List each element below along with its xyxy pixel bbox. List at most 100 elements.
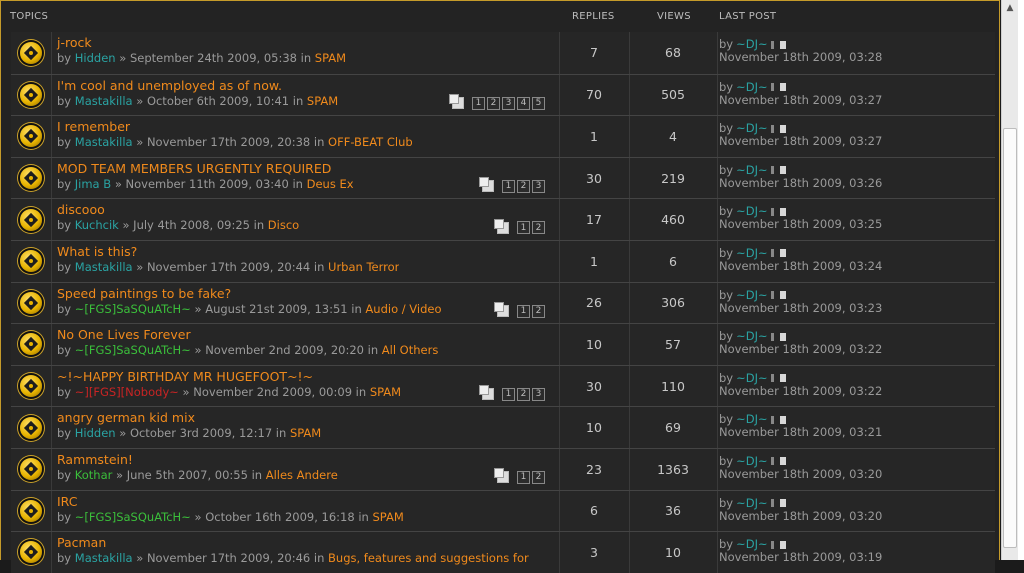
author-link[interactable]: Mastakilla <box>75 135 133 149</box>
page-link[interactable]: 2 <box>532 221 545 235</box>
user-status-icon <box>770 291 774 300</box>
by-label: by <box>57 51 72 65</box>
author-link[interactable]: Hidden <box>75 426 116 440</box>
last-post-user-link[interactable]: ~DJ~ <box>736 454 768 468</box>
forum-link[interactable]: Alles Andere <box>266 468 338 482</box>
page-link[interactable]: 3 <box>502 96 515 110</box>
last-post-user-link[interactable]: ~DJ~ <box>736 163 768 177</box>
topic-title-link[interactable]: ~!~HAPPY BIRTHDAY MR HUGEFOOT~!~ <box>57 369 313 384</box>
go-to-last-post-icon[interactable] <box>779 166 786 175</box>
go-to-last-post-icon[interactable] <box>779 415 786 424</box>
last-post-user-link[interactable]: ~DJ~ <box>736 288 768 302</box>
author-link[interactable]: Jima B <box>75 177 111 191</box>
topic-row: angry german kid mix by Hidden » October… <box>11 406 995 448</box>
topic-meta: by ~[FGS]SaSQuATcH~ » August 21st 2009, … <box>57 302 442 316</box>
page-link[interactable]: 1 <box>517 470 530 484</box>
author-link[interactable]: ~[FGS]SaSQuATcH~ <box>75 510 191 524</box>
author-link[interactable]: Mastakilla <box>75 94 133 108</box>
go-to-last-post-icon[interactable] <box>779 540 786 549</box>
forum-link[interactable]: Bugs, features and suggestions for <box>328 551 529 565</box>
last-post: by ~DJ~ November 18th 2009, 03:25 <box>719 205 882 231</box>
author-link[interactable]: Kuchcik <box>75 218 119 232</box>
scroll-up-arrow-icon[interactable]: ▲ <box>1003 1 1017 15</box>
page-link[interactable]: 1 <box>502 179 515 193</box>
topic-title-link[interactable]: I'm cool and unemployed as of now. <box>57 78 282 93</box>
author-link[interactable]: ~[FGS]SaSQuATcH~ <box>75 343 191 357</box>
go-to-last-post-icon[interactable] <box>779 83 786 92</box>
vertical-scrollbar[interactable]: ▲ <box>1001 0 1018 560</box>
page-link[interactable]: 2 <box>532 304 545 318</box>
topic-title-link[interactable]: Speed paintings to be fake? <box>57 286 231 301</box>
page-link[interactable]: 1 <box>472 96 485 110</box>
author-link[interactable]: Hidden <box>75 51 116 65</box>
last-post-date: November 18th 2009, 03:20 <box>719 508 883 523</box>
topic-title-link[interactable]: No One Lives Forever <box>57 327 191 342</box>
page-link[interactable]: 3 <box>532 179 545 193</box>
author-link[interactable]: Kothar <box>75 468 113 482</box>
topic-title-link[interactable]: discooo <box>57 202 105 217</box>
forum-link[interactable]: SPAM <box>307 94 338 108</box>
forum-link[interactable]: SPAM <box>370 385 401 399</box>
last-post-user-link[interactable]: ~DJ~ <box>736 496 768 510</box>
forum-link[interactable]: Urban Terror <box>328 260 399 274</box>
last-post-user-link[interactable]: ~DJ~ <box>736 80 768 94</box>
page-link[interactable]: 2 <box>532 470 545 484</box>
topic-title-link[interactable]: Pacman <box>57 535 106 550</box>
forum-link[interactable]: OFF-BEAT Club <box>328 135 413 149</box>
go-to-last-post-icon[interactable] <box>779 374 786 383</box>
topic-title-link[interactable]: IRC <box>57 494 77 509</box>
forum-link[interactable]: SPAM <box>315 51 346 65</box>
topic-title-link[interactable]: Rammstein! <box>57 452 133 467</box>
topic-title-link[interactable]: What is this? <box>57 244 137 259</box>
forum-link[interactable]: Disco <box>268 218 299 232</box>
in-label: in <box>313 135 325 150</box>
go-to-last-post-icon[interactable] <box>779 332 786 341</box>
go-to-last-post-icon[interactable] <box>779 207 786 216</box>
topic-title-link[interactable]: I remember <box>57 119 130 134</box>
page-link[interactable]: 4 <box>517 96 530 110</box>
by-label: by <box>57 426 72 441</box>
topic-date: November 17th 2009, 20:46 <box>146 551 311 566</box>
author-link[interactable]: Mastakilla <box>75 260 133 274</box>
go-to-last-post-icon[interactable] <box>779 124 786 133</box>
header-replies: REPLIES <box>572 11 615 22</box>
topic-list-header: TOPICS REPLIES VIEWS LAST POST <box>1 1 999 32</box>
page-link[interactable]: 2 <box>487 96 500 110</box>
topic-row: ~!~HAPPY BIRTHDAY MR HUGEFOOT~!~ by ~][F… <box>11 364 995 407</box>
by-label: by <box>57 135 72 150</box>
header-topics: TOPICS <box>10 11 49 22</box>
author-link[interactable]: ~[FGS]SaSQuATcH~ <box>75 302 191 316</box>
author-link[interactable]: ~][FGS][Nobody~ <box>75 385 179 399</box>
page-link[interactable]: 3 <box>532 387 545 401</box>
author-link[interactable]: Mastakilla <box>75 551 133 565</box>
page-link[interactable]: 2 <box>517 179 530 193</box>
topic-title-link[interactable]: j-rock <box>57 35 92 50</box>
forum-link[interactable]: SPAM <box>290 426 321 440</box>
go-to-last-post-icon[interactable] <box>779 291 786 300</box>
page-link[interactable]: 2 <box>517 387 530 401</box>
page-link[interactable]: 1 <box>502 387 515 401</box>
topic-icon-cell <box>11 240 52 282</box>
scroll-thumb[interactable] <box>1003 128 1017 548</box>
topic-meta: by Mastakilla » November 17th 2009, 20:4… <box>57 260 399 274</box>
topic-title-link[interactable]: angry german kid mix <box>57 410 195 425</box>
in-label: in <box>292 93 304 108</box>
go-to-last-post-icon[interactable] <box>779 249 786 258</box>
views-count: 306 <box>661 295 685 311</box>
go-to-last-post-icon[interactable] <box>779 40 786 49</box>
topic-title-link[interactable]: MOD TEAM MEMBERS URGENTLY REQUIRED <box>57 161 331 176</box>
page-link[interactable]: 1 <box>517 304 530 318</box>
forum-link[interactable]: SPAM <box>372 510 403 524</box>
page-link[interactable]: 1 <box>517 221 530 235</box>
go-to-last-post-icon[interactable] <box>779 499 786 508</box>
forum-link[interactable]: Audio / Video <box>365 302 441 316</box>
column-divider <box>717 157 718 199</box>
last-post: by ~DJ~ November 18th 2009, 03:19 <box>719 538 882 564</box>
page-link[interactable]: 5 <box>532 96 545 110</box>
last-post-user-link[interactable]: ~DJ~ <box>736 371 768 385</box>
multipage-icon <box>494 468 509 484</box>
forum-link[interactable]: All Others <box>382 343 439 357</box>
forum-link[interactable]: Deus Ex <box>307 177 354 191</box>
go-to-last-post-icon[interactable] <box>779 457 786 466</box>
topic-row: No One Lives Forever by ~[FGS]SaSQuATcH~… <box>11 323 995 365</box>
